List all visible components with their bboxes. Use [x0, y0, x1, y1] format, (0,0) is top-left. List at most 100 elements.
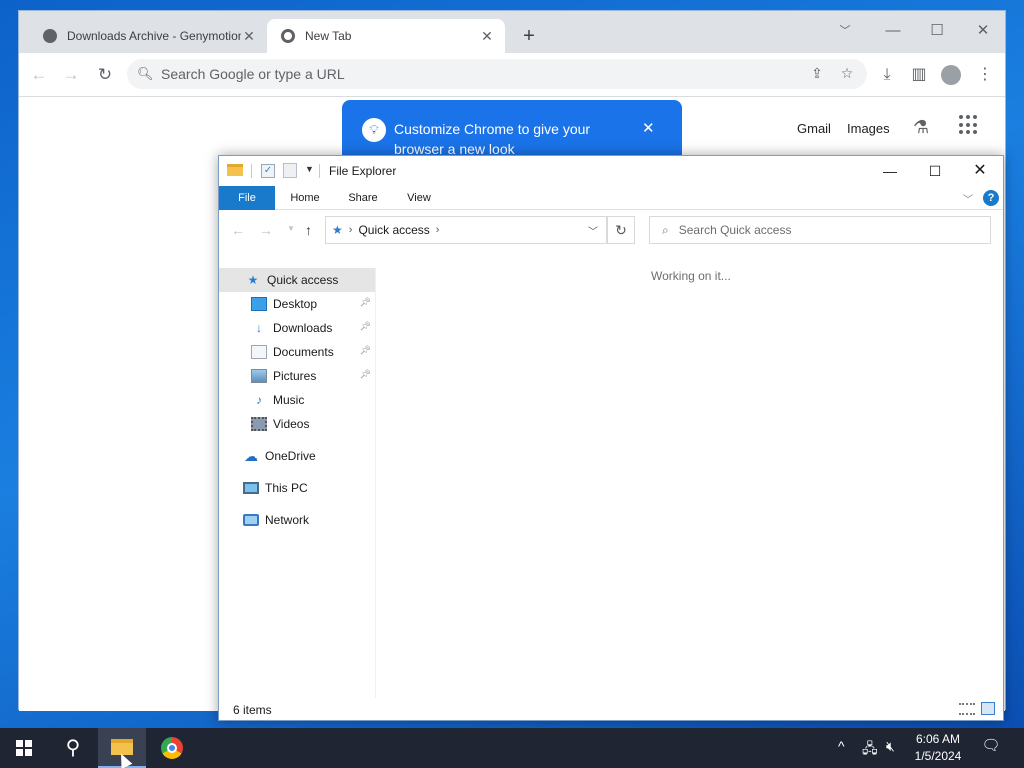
- clock-time[interactable]: 6:06 AM: [905, 732, 971, 746]
- address-bar[interactable]: ★ › Quick access › ﹀: [325, 216, 607, 244]
- profile-avatar-icon[interactable]: [939, 63, 963, 87]
- music-note-icon: ♪: [256, 393, 262, 407]
- document-icon: [251, 345, 267, 359]
- nav-item-quick-access[interactable]: ★ Quick access: [219, 268, 375, 292]
- google-apps-icon[interactable]: [959, 115, 979, 135]
- pin-icon[interactable]: 📌︎: [360, 369, 371, 380]
- search-input[interactable]: [678, 223, 979, 237]
- search-icon: ⌕: [662, 222, 669, 237]
- minimize-icon[interactable]: —: [867, 156, 913, 186]
- nav-item-pictures[interactable]: Pictures 📌︎: [219, 364, 375, 388]
- pin-icon[interactable]: 📌︎: [360, 321, 371, 332]
- nav-item-label: Downloads: [273, 321, 333, 335]
- clock-date[interactable]: 1/5/2024: [905, 749, 971, 763]
- close-tab-icon[interactable]: ✕: [479, 28, 495, 45]
- customize-chrome-callout[interactable]: 💡︎ Customize Chrome to give your browser…: [342, 100, 682, 158]
- taskbar-chrome[interactable]: [148, 728, 196, 768]
- status-bar: 6 items: [219, 698, 1003, 722]
- omnibox-input[interactable]: [161, 66, 781, 82]
- download-icon[interactable]: ⤓: [875, 63, 899, 87]
- tab-file[interactable]: File: [219, 186, 275, 210]
- cloud-icon: ☁: [244, 448, 258, 464]
- address-segment[interactable]: Quick access: [358, 223, 429, 237]
- help-icon[interactable]: ?: [983, 190, 999, 206]
- tab-home[interactable]: Home: [281, 186, 329, 210]
- maximize-icon[interactable]: ☐: [923, 17, 951, 45]
- back-arrow-icon[interactable]: ←: [231, 222, 245, 238]
- pictures-icon: [251, 369, 267, 383]
- folder-icon: [227, 164, 243, 176]
- explorer-title-bar[interactable]: ✓ ▼ File Explorer — ☐ ✕: [219, 156, 1003, 186]
- nav-item-videos[interactable]: Videos: [219, 412, 375, 436]
- window-title: File Explorer: [329, 164, 397, 178]
- new-tab-button[interactable]: +: [517, 25, 541, 49]
- lightbulb-icon: 💡︎: [362, 118, 386, 142]
- recent-locations-icon[interactable]: ▼: [287, 224, 295, 233]
- omnibox[interactable]: 🔍︎ ⇪ ☆: [127, 59, 867, 89]
- network-icon: [243, 514, 259, 526]
- forward-arrow-icon[interactable]: →: [59, 63, 83, 87]
- network-status-icon[interactable]: 🖧︎: [862, 738, 878, 762]
- start-button[interactable]: [0, 728, 48, 768]
- tab-search-icon[interactable]: ﹀: [831, 17, 859, 45]
- close-tab-icon[interactable]: ✕: [241, 28, 257, 45]
- nav-item-this-pc[interactable]: This PC: [219, 476, 375, 500]
- more-menu-icon[interactable]: ⋮: [973, 63, 997, 87]
- customize-toolbar-dropdown-icon[interactable]: ▼: [305, 164, 314, 174]
- new-folder-icon[interactable]: [283, 163, 297, 178]
- tab-view[interactable]: View: [395, 186, 443, 210]
- chevron-down-icon[interactable]: ﹀: [588, 223, 598, 238]
- minimize-icon[interactable]: —: [879, 17, 907, 45]
- nav-item-downloads[interactable]: ↓ Downloads 📌︎: [219, 316, 375, 340]
- nav-item-label: OneDrive: [265, 449, 316, 463]
- search-box[interactable]: ⌕: [649, 216, 991, 244]
- notification-icon[interactable]: 🗨︎: [976, 736, 1006, 760]
- tab-new-tab[interactable]: New Tab ✕: [267, 19, 505, 53]
- share-icon[interactable]: ⇪: [807, 65, 827, 82]
- volume-muted-icon[interactable]: 🔇︎: [886, 738, 895, 755]
- tab-share[interactable]: Share: [339, 186, 387, 210]
- back-arrow-icon[interactable]: ←: [27, 63, 51, 87]
- pin-icon[interactable]: 📌︎: [360, 345, 371, 356]
- ribbon-tabs: File Home Share View ﹀ ?: [219, 186, 1003, 210]
- star-icon: ★: [247, 273, 259, 287]
- tab-downloads-archive[interactable]: Downloads Archive - Genymotion ✕: [29, 19, 267, 53]
- up-arrow-icon[interactable]: ↑: [305, 222, 312, 238]
- video-film-icon: [251, 417, 267, 431]
- close-icon[interactable]: ✕: [957, 156, 1003, 186]
- reload-icon[interactable]: ↻: [93, 63, 117, 87]
- nav-item-music[interactable]: ♪ Music: [219, 388, 375, 412]
- nav-item-network[interactable]: Network: [219, 508, 375, 532]
- refresh-button[interactable]: ↻: [607, 216, 635, 244]
- nav-item-label: Videos: [273, 417, 310, 431]
- labs-flask-icon[interactable]: ⚗: [913, 117, 929, 138]
- large-icons-view-icon[interactable]: [981, 702, 995, 715]
- nav-item-label: Pictures: [273, 369, 317, 383]
- properties-icon[interactable]: ✓: [261, 164, 275, 178]
- bookmark-star-icon[interactable]: ☆: [837, 65, 857, 82]
- side-panel-icon[interactable]: ▥: [907, 63, 931, 87]
- taskbar-search-icon[interactable]: ⚲: [50, 728, 96, 768]
- chevron-down-icon[interactable]: ﹀: [963, 191, 973, 206]
- close-icon[interactable]: ✕: [969, 17, 997, 45]
- gmail-link[interactable]: Gmail: [797, 121, 831, 136]
- windows-logo-icon: [16, 740, 23, 747]
- divider: [251, 164, 252, 178]
- images-link[interactable]: Images: [847, 121, 890, 136]
- pin-icon[interactable]: 📌︎: [360, 297, 371, 308]
- chrome-tab-strip: Downloads Archive - Genymotion ✕ New Tab…: [19, 11, 1005, 53]
- callout-text: Customize Chrome to give your browser a …: [394, 121, 591, 157]
- chevron-right-icon[interactable]: ›: [436, 224, 440, 236]
- tab-title: New Tab: [305, 29, 352, 43]
- callout-close-icon[interactable]: ✕: [642, 119, 655, 137]
- forward-arrow-icon[interactable]: →: [259, 222, 273, 238]
- quick-access-star-icon: ★: [332, 223, 343, 237]
- show-hidden-icons-icon[interactable]: ^: [838, 738, 845, 754]
- maximize-icon[interactable]: ☐: [912, 156, 958, 186]
- chevron-right-icon[interactable]: ›: [349, 224, 353, 236]
- details-view-icon[interactable]: [959, 703, 975, 715]
- nav-item-desktop[interactable]: Desktop 📌︎: [219, 292, 375, 316]
- nav-item-documents[interactable]: Documents 📌︎: [219, 340, 375, 364]
- pane-divider[interactable]: [375, 268, 376, 698]
- nav-item-onedrive[interactable]: ☁ OneDrive: [219, 444, 375, 468]
